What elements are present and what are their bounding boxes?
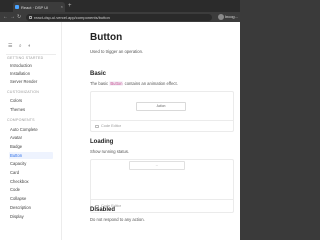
section-heading-basic: Basic: [90, 71, 107, 77]
menu-icon[interactable]: ☰: [8, 43, 12, 49]
section-title: COMPONENTS: [7, 118, 35, 122]
section-title: GETTING STARTED: [7, 56, 44, 60]
browser-tab[interactable]: React · DSP UI ×: [13, 2, 65, 12]
new-tab-button[interactable]: +: [68, 2, 72, 10]
page: ☰ ⌕ ◐ GETTING STARTED Introduction Insta…: [0, 22, 240, 240]
sidebar-item-capacity[interactable]: Capacity: [10, 161, 26, 166]
reload-icon[interactable]: ↻: [17, 12, 21, 22]
demo-loading-button[interactable]: ...: [129, 161, 185, 170]
desc-text: The basic: [90, 81, 110, 86]
close-tab-icon[interactable]: ×: [61, 4, 63, 9]
inline-code: Button: [109, 81, 124, 86]
code-icon: [95, 124, 99, 128]
avatar-icon: [217, 13, 224, 20]
sidebar-item-badge[interactable]: Badge: [10, 144, 22, 149]
section-title: CUSTOMIZATION: [7, 90, 40, 94]
section-desc-disabled: Do not respond to any action.: [90, 217, 145, 222]
section-desc-loading: Show running status.: [90, 149, 130, 154]
sidebar-item-installation[interactable]: Installation: [10, 71, 30, 76]
sidebar-item-code[interactable]: Code: [10, 187, 20, 192]
sidebar-tools: ☰ ⌕ ◐: [8, 43, 36, 49]
sidebar: ☰ ⌕ ◐ GETTING STARTED Introduction Insta…: [0, 22, 62, 240]
address-bar[interactable]: react-dsp-ui.vercel.app/components/butto…: [26, 14, 212, 21]
page-title: Button: [90, 32, 123, 43]
profile-button[interactable]: Incog...: [217, 13, 238, 21]
tab-bar: React · DSP UI × +: [0, 0, 240, 17]
desc-text: contains an animation effect.: [123, 81, 178, 86]
sidebar-item-auto-complete[interactable]: Auto Complete: [10, 127, 38, 132]
divider: [6, 54, 56, 55]
code-editor-toggle[interactable]: Code Editor: [95, 124, 121, 128]
favicon-icon: [15, 5, 19, 9]
demo-card-basic: Action Code Editor: [90, 91, 234, 132]
demo-area: Action: [91, 92, 233, 121]
search-icon[interactable]: ⌕: [19, 43, 22, 49]
sidebar-item-avatar[interactable]: Avatar: [10, 135, 22, 140]
sidebar-item-description[interactable]: Description: [10, 205, 31, 210]
code-editor-label: Code Editor: [101, 124, 122, 128]
sidebar-item-colors[interactable]: Colors: [10, 98, 22, 103]
section-heading-loading: Loading: [90, 139, 114, 145]
sidebar-item-display[interactable]: Display: [10, 214, 24, 219]
profile-label: Incog...: [224, 14, 238, 19]
back-icon[interactable]: ←: [3, 12, 8, 22]
theme-toggle-icon[interactable]: ◐: [28, 43, 31, 49]
main-content: Button Used to trigger an operation. Bas…: [62, 22, 240, 240]
sidebar-item-collapse[interactable]: Collapse: [10, 196, 26, 201]
sidebar-item-card[interactable]: Card: [10, 170, 19, 175]
sidebar-item-checkbox[interactable]: Checkbox: [10, 179, 29, 184]
url-text: react-dsp-ui.vercel.app/components/butto…: [34, 15, 110, 20]
lock-icon: [29, 16, 32, 19]
sidebar-item-introduction[interactable]: Introduction: [10, 63, 32, 68]
section-heading-disabled: Disabled: [90, 207, 116, 213]
demo-action-button[interactable]: Action: [136, 102, 186, 111]
sidebar-item-server-render[interactable]: Server Render: [10, 79, 37, 84]
browser-window: React · DSP UI × + ← → ↻ react-dsp-ui.ve…: [0, 0, 240, 240]
section-desc-basic: The basic Button contains an animation e…: [90, 81, 178, 86]
demo-area: ...: [91, 160, 233, 200]
tab-title: React · DSP UI: [21, 5, 49, 10]
sidebar-item-themes[interactable]: Themes: [10, 107, 25, 112]
demo-card-loading: ... Code Editor: [90, 159, 234, 213]
forward-icon[interactable]: →: [10, 12, 15, 22]
page-intro: Used to trigger an operation.: [90, 49, 144, 54]
sidebar-item-button[interactable]: Button: [10, 153, 22, 158]
